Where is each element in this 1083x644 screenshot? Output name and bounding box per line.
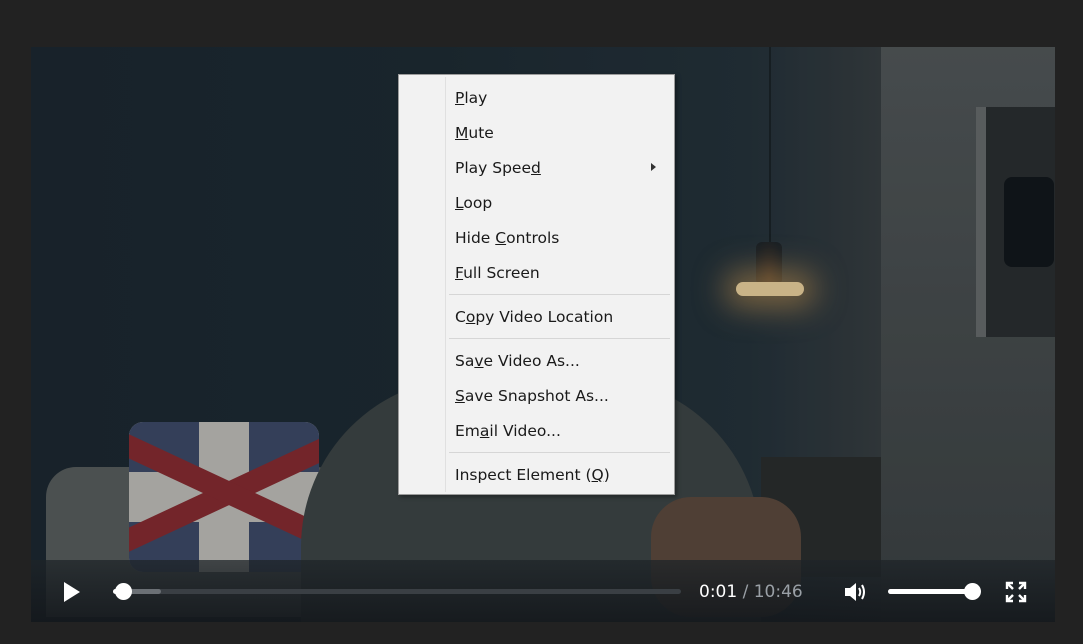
menu-item-label: Save Snapshot As... [455,387,609,405]
progress-thumb[interactable] [114,583,132,600]
menu-item-full-screen[interactable]: Full Screen [401,256,672,289]
menu-item-label: Play [455,89,488,107]
menu-item-label: Email Video... [455,422,561,440]
time-separator: / [742,582,749,602]
fullscreen-icon [1005,581,1027,603]
progress-bar[interactable] [113,583,681,600]
menu-item-label: Loop [455,194,493,212]
volume-slider[interactable] [888,583,981,600]
menu-separator [449,452,670,453]
menu-item-copy-video-location[interactable]: Copy Video Location [401,300,672,333]
menu-item-mute[interactable]: Mute [401,116,672,149]
time-display: 0:01 / 10:46 [699,580,803,604]
time-total: 10:46 [753,582,803,602]
menu-item-label: Save Video As... [455,352,580,370]
play-icon [64,582,80,602]
video-context-menu: Play Mute Play Speed Loop Hide Controls … [398,74,675,495]
menu-item-save-snapshot-as[interactable]: Save Snapshot As... [401,379,672,412]
volume-level [888,589,972,594]
menu-item-label: Copy Video Location [455,308,614,326]
fullscreen-button[interactable] [1005,581,1027,603]
menu-item-play[interactable]: Play [401,81,672,114]
play-button[interactable] [59,580,83,604]
menu-item-label: Play Speed [455,159,541,177]
menu-separator [449,294,670,295]
menu-item-loop[interactable]: Loop [401,186,672,219]
menu-item-label: Hide Controls [455,229,560,247]
speaker-volume-icon [845,583,865,601]
menu-item-label: Mute [455,124,494,142]
time-current: 0:01 [699,582,738,602]
menu-item-label: Inspect Element (Q) [455,466,610,484]
menu-item-save-video-as[interactable]: Save Video As... [401,344,672,377]
menu-item-hide-controls[interactable]: Hide Controls [401,221,672,254]
menu-item-email-video[interactable]: Email Video... [401,414,672,447]
volume-thumb[interactable] [964,583,981,600]
menu-item-play-speed[interactable]: Play Speed [401,151,672,184]
menu-item-label: Full Screen [455,264,540,282]
menu-item-inspect-element[interactable]: Inspect Element (Q) [401,458,672,491]
mute-button[interactable] [843,581,867,603]
menu-separator [449,338,670,339]
submenu-arrow-icon [651,163,656,171]
video-control-bar: 0:01 / 10:46 [31,560,1055,622]
